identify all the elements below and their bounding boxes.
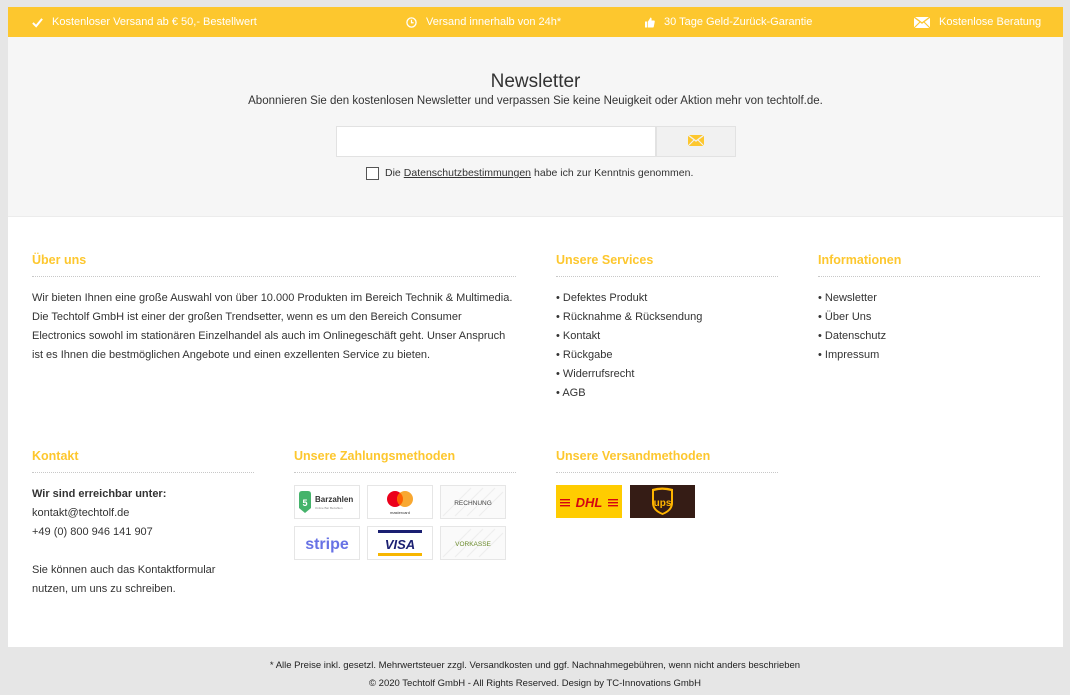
newsletter-section: Newsletter Abonnieren Sie den kostenlose… bbox=[8, 37, 1063, 217]
payment-heading: Unsere Zahlungsmethoden bbox=[294, 449, 516, 473]
contact-column: Kontakt Wir sind erreichbar unter: konta… bbox=[32, 449, 254, 599]
check-icon bbox=[32, 17, 43, 28]
newsletter-title: Newsletter bbox=[490, 71, 581, 92]
envelope-icon bbox=[687, 133, 705, 151]
info-link-imprint[interactable]: Impressum bbox=[825, 349, 879, 361]
information-column: Informationen Newsletter Über Uns Datens… bbox=[818, 253, 1040, 365]
about-column: Über uns Wir bieten Ihnen eine große Aus… bbox=[32, 253, 516, 365]
list-item: Datenschutz bbox=[818, 327, 1040, 346]
stripe-logo: stripe bbox=[294, 526, 360, 560]
contact-heading: Kontakt bbox=[32, 449, 254, 473]
services-list: Defektes Produkt Rücknahme & Rücksendung… bbox=[556, 289, 778, 403]
usp-item-money-back: 30 Tage Geld-Zurück-Garantie bbox=[645, 7, 812, 37]
usp-item-consulting: Kostenlose Beratung bbox=[914, 7, 1041, 37]
newsletter-consent: Die Datenschutzbestimmungen habe ich zur… bbox=[366, 166, 693, 180]
ups-logo: ups bbox=[630, 485, 695, 523]
consent-prefix: Die bbox=[385, 167, 401, 179]
thumbs-up-icon bbox=[645, 17, 655, 28]
usp-label: 30 Tage Geld-Zurück-Garantie bbox=[664, 16, 813, 28]
footer: Über uns Wir bieten Ihnen eine große Aus… bbox=[8, 217, 1063, 647]
services-column: Unsere Services Defektes Produkt Rücknah… bbox=[556, 253, 778, 403]
visa-logo: VISA bbox=[367, 526, 433, 560]
newsletter-email-input[interactable] bbox=[336, 126, 656, 157]
newsletter-subtitle: Abonnieren Sie den kostenlosen Newslette… bbox=[248, 95, 823, 107]
usp-label: Kostenloser Versand ab € 50,- Bestellwer… bbox=[52, 16, 257, 28]
list-item: Über Uns bbox=[818, 308, 1040, 327]
payment-logos: 5 Barzahlen Online Bar Bezahlen masterca… bbox=[294, 485, 516, 560]
list-item: Defektes Produkt bbox=[556, 289, 778, 308]
barzahlen-logo: 5 Barzahlen Online Bar Bezahlen bbox=[294, 485, 360, 519]
contact-note: Sie können auch das Kontaktformular nutz… bbox=[32, 564, 216, 595]
svg-text:RECHNUNG: RECHNUNG bbox=[454, 500, 492, 507]
list-item: AGB bbox=[556, 384, 778, 403]
usp-label: Kostenlose Beratung bbox=[939, 16, 1042, 28]
services-heading: Unsere Services bbox=[556, 253, 778, 277]
mastercard-logo: mastercard bbox=[367, 485, 433, 519]
usp-item-shipping-time: Versand innerhalb von 24h* bbox=[406, 7, 561, 37]
info-link-about[interactable]: Über Uns bbox=[825, 311, 871, 323]
service-link-return[interactable]: Rückgabe bbox=[563, 349, 613, 361]
service-link-withdrawal[interactable]: Widerrufsrecht bbox=[563, 368, 635, 380]
usp-bar: Kostenloser Versand ab € 50,- Bestellwer… bbox=[8, 7, 1063, 37]
newsletter-submit-button[interactable] bbox=[656, 126, 736, 157]
copyright: © 2020 Techtolf GmbH - All Rights Reserv… bbox=[369, 678, 701, 689]
shipping-logos: DHL ups bbox=[556, 485, 778, 523]
shipping-column: Unsere Versandmethoden DHL ups bbox=[556, 449, 778, 523]
bottom-legal: * Alle Preise inkl. gesetzl. Mehrwertste… bbox=[0, 657, 1070, 693]
service-link-returns[interactable]: Rücknahme & Rücksendung bbox=[563, 311, 702, 323]
about-heading: Über uns bbox=[32, 253, 516, 277]
svg-text:Online Bar Bezahlen: Online Bar Bezahlen bbox=[315, 506, 343, 510]
envelope-icon bbox=[914, 16, 930, 28]
list-item: Rücknahme & Rücksendung bbox=[556, 308, 778, 327]
svg-text:ups: ups bbox=[654, 498, 672, 509]
info-link-privacy[interactable]: Datenschutz bbox=[825, 330, 886, 342]
list-item: Kontakt bbox=[556, 327, 778, 346]
dhl-logo: DHL bbox=[556, 485, 622, 523]
privacy-policy-link[interactable]: Datenschutzbestimmungen bbox=[404, 167, 531, 179]
payment-column: Unsere Zahlungsmethoden 5 Barzahlen Onli… bbox=[294, 449, 516, 560]
service-link-contact[interactable]: Kontakt bbox=[563, 330, 600, 342]
svg-text:Barzahlen: Barzahlen bbox=[315, 495, 353, 504]
svg-text:5: 5 bbox=[302, 498, 307, 508]
info-link-newsletter[interactable]: Newsletter bbox=[825, 292, 877, 304]
list-item: Widerrufsrecht bbox=[556, 365, 778, 384]
information-list: Newsletter Über Uns Datenschutz Impressu… bbox=[818, 289, 1040, 365]
svg-text:DHL: DHL bbox=[576, 495, 603, 510]
list-item: Rückgabe bbox=[556, 346, 778, 365]
tax-note: * Alle Preise inkl. gesetzl. Mehrwertste… bbox=[269, 660, 801, 671]
about-text: Wir bieten Ihnen eine große Auswahl von … bbox=[32, 292, 513, 361]
usp-label: Versand innerhalb von 24h* bbox=[426, 16, 562, 28]
consent-checkbox[interactable] bbox=[366, 166, 379, 180]
list-item: Newsletter bbox=[818, 289, 1040, 308]
clock-icon bbox=[406, 16, 417, 28]
service-link-defective-product[interactable]: Defektes Produkt bbox=[563, 292, 647, 304]
contact-email-link[interactable]: kontakt@techtolf.de bbox=[32, 507, 129, 519]
invoice-logo: RECHNUNG bbox=[440, 485, 506, 519]
consent-suffix: habe ich zur Kenntnis genommen. bbox=[534, 167, 694, 179]
usp-item-free-shipping: Kostenloser Versand ab € 50,- Bestellwer… bbox=[32, 7, 257, 37]
shipping-heading: Unsere Versandmethoden bbox=[556, 449, 778, 473]
svg-text:VISA: VISA bbox=[385, 537, 415, 552]
service-link-agb[interactable]: AGB bbox=[562, 387, 585, 399]
svg-text:mastercard: mastercard bbox=[390, 510, 410, 515]
contact-reachable: Wir sind erreichbar unter: bbox=[32, 488, 167, 500]
information-heading: Informationen bbox=[818, 253, 1040, 277]
svg-text:stripe: stripe bbox=[305, 536, 349, 553]
contact-phone: +49 (0) 800 946 141 907 bbox=[32, 526, 153, 538]
svg-text:VORKASSE: VORKASSE bbox=[455, 541, 491, 548]
prepayment-logo: VORKASSE bbox=[440, 526, 506, 560]
list-item: Impressum bbox=[818, 346, 1040, 365]
